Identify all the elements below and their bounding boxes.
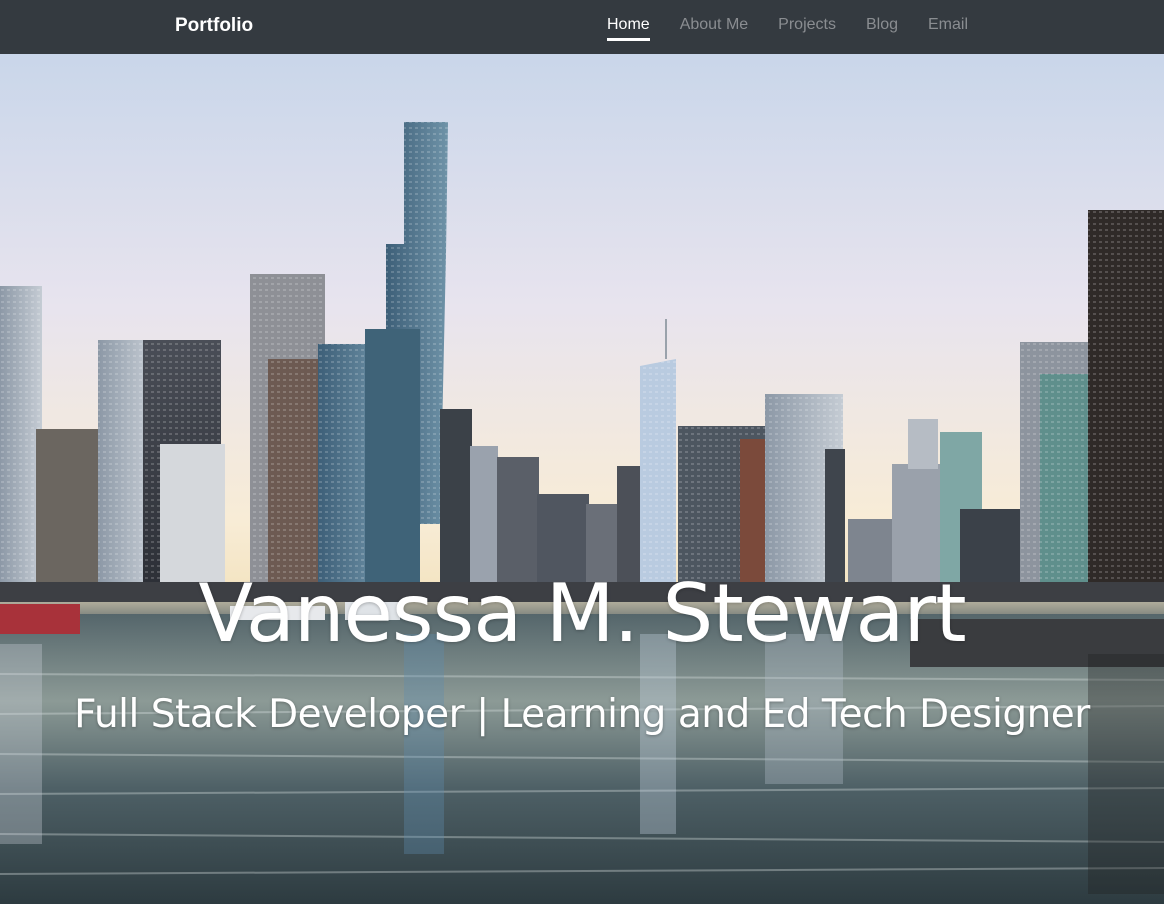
brand-link[interactable]: Portfolio — [175, 15, 253, 37]
hero-section: Vanessa M. Stewart Full Stack Developer … — [0, 54, 1164, 904]
nav-link-home[interactable]: Home — [607, 0, 650, 41]
nav-link-projects[interactable]: Projects — [778, 0, 836, 38]
top-navbar: Portfolio Home About Me Projects Blog Em… — [0, 0, 1164, 54]
hero-title: Vanessa M. Stewart — [198, 567, 966, 660]
nav-link-blog[interactable]: Blog — [866, 0, 898, 38]
nav-link-email[interactable]: Email — [928, 0, 968, 38]
nav-links: Home About Me Projects Blog Email — [592, 0, 983, 54]
hero-subtitle: Full Stack Developer | Learning and Ed T… — [74, 692, 1090, 737]
nav-link-about-me[interactable]: About Me — [680, 0, 748, 38]
hero-background-image — [0, 122, 1164, 904]
